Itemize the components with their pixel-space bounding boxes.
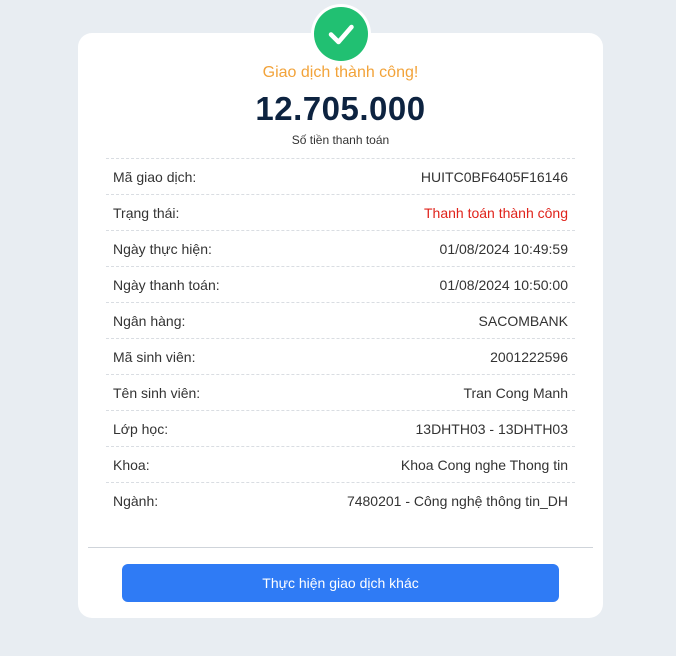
transaction-id-value: HUITC0BF6405F16146 xyxy=(420,168,568,185)
detail-label: Ngành: xyxy=(113,492,159,509)
student-name-value: Tran Cong Manh xyxy=(463,384,568,401)
status-title: Giao dịch thành công! xyxy=(262,64,419,81)
amount-caption: Số tiền thanh toán xyxy=(291,133,390,147)
detail-row-student-id: Mã sinh viên: 2001222596 xyxy=(106,339,575,375)
detail-row-class: Lớp học: 13DHTH03 - 13DHTH03 xyxy=(106,411,575,447)
payment-date-value: 01/08/2024 10:50:00 xyxy=(439,276,568,293)
transaction-receipt-card: Giao dịch thành công! 12.705.000 Số tiền… xyxy=(78,33,603,618)
detail-label: Lớp học: xyxy=(113,420,169,437)
student-id-value: 2001222596 xyxy=(490,348,568,365)
faculty-value: Khoa Cong nghe Thong tin xyxy=(400,456,568,473)
detail-row-faculty: Khoa: Khoa Cong nghe Thong tin xyxy=(106,447,575,483)
detail-label: Ngày thanh toán: xyxy=(113,276,220,293)
detail-row-bank: Ngân hàng: SACOMBANK xyxy=(106,303,575,339)
created-date-value: 01/08/2024 10:49:59 xyxy=(439,240,568,257)
detail-label: Ngân hàng: xyxy=(113,312,186,329)
checkmark-icon xyxy=(328,24,354,45)
detail-label: Tên sinh viên: xyxy=(113,384,201,401)
class-value: 13DHTH03 - 13DHTH03 xyxy=(415,420,569,437)
payment-amount: 12.705.000 xyxy=(255,90,426,127)
section-divider xyxy=(88,547,593,548)
detail-row-payment-date: Ngày thanh toán: 01/08/2024 10:50:00 xyxy=(106,267,575,303)
detail-row-student-name: Tên sinh viên: Tran Cong Manh xyxy=(106,375,575,411)
detail-label: Mã sinh viên: xyxy=(113,348,196,365)
detail-label: Ngày thực hiện: xyxy=(113,240,212,257)
transaction-details: Mã giao dịch: HUITC0BF6405F16146 Trạng t… xyxy=(106,158,575,518)
detail-row-major: Ngành: 7480201 - Công nghệ thông tin_DH xyxy=(106,483,575,518)
success-badge xyxy=(311,4,371,64)
detail-label: Khoa: xyxy=(113,456,150,473)
detail-row-transaction-id: Mã giao dịch: HUITC0BF6405F16146 xyxy=(106,159,575,195)
new-transaction-button[interactable]: Thực hiện giao dịch khác xyxy=(122,564,559,602)
status-value: Thanh toán thành công xyxy=(423,204,568,221)
major-value: 7480201 - Công nghệ thông tin_DH xyxy=(346,492,568,509)
check-circle-icon xyxy=(314,7,368,61)
detail-row-status: Trạng thái: Thanh toán thành công xyxy=(106,195,575,231)
bank-value: SACOMBANK xyxy=(478,312,568,329)
detail-label: Trạng thái: xyxy=(113,204,180,221)
detail-label: Mã giao dịch: xyxy=(113,168,197,185)
detail-row-created-date: Ngày thực hiện: 01/08/2024 10:49:59 xyxy=(106,231,575,267)
